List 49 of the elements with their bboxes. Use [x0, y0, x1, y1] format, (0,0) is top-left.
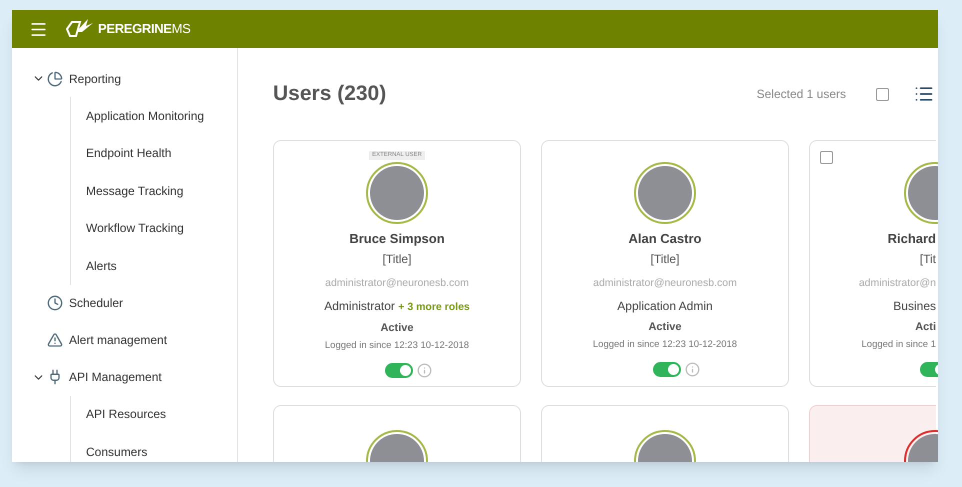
user-status: Active	[648, 320, 682, 336]
active-toggle[interactable]	[652, 362, 680, 377]
login-time: Logged in since 12:23 10-12-2018	[324, 338, 470, 352]
active-toggle[interactable]	[384, 362, 412, 378]
user-card[interactable]	[809, 405, 936, 462]
login-time: Logged in since 1	[862, 338, 936, 352]
select-all-checkbox[interactable]	[876, 88, 889, 100]
user-card[interactable]: Alan Castro [Title] administrator@neuronesb.com Application Admin Active Logged in since 12:23 10-12-2018	[541, 140, 789, 387]
info-icon[interactable]	[416, 362, 432, 378]
user-status: Acti	[915, 320, 936, 336]
sidebar-subitem[interactable]: Message Tracking	[86, 182, 184, 200]
user-card[interactable]	[541, 405, 789, 462]
sidebar-subitem[interactable]: Consumers	[86, 442, 148, 461]
user-card[interactable]: Richard [Tit administrator@n Busines Acti Logged in since 1	[809, 140, 936, 387]
sidebar-item[interactable]: Alert management	[69, 331, 168, 349]
user-email: administrator@n	[858, 276, 936, 290]
selection-count: Selected 1 users	[756, 86, 846, 103]
sidebar-subitem[interactable]: Alerts	[86, 256, 117, 275]
sidebar-item[interactable]: Scheduler	[69, 294, 124, 312]
user-name: Bruce Simpson	[349, 230, 445, 248]
page-title: Users (230)	[273, 81, 386, 108]
user-role: Application Admin	[617, 298, 713, 316]
sidebar-subitem[interactable]: Endpoint Health	[86, 144, 172, 162]
sidebar-subitem[interactable]: Application Monitoring	[86, 106, 204, 125]
user-title: [Tit	[920, 250, 936, 268]
warning-icon	[47, 332, 63, 348]
user-status: Active	[380, 321, 414, 336]
app-logo-text: PEREGRINEMS	[98, 20, 191, 38]
user-card[interactable]	[273, 405, 521, 462]
user-name: Richard	[888, 230, 936, 248]
info-icon[interactable]	[684, 362, 700, 377]
feather-logo-icon	[66, 18, 94, 40]
avatar-photo	[634, 162, 696, 224]
user-email: administrator@neuronesb.com	[593, 276, 737, 290]
pie-chart-icon	[47, 70, 63, 86]
user-name: Alan Castro	[628, 230, 702, 248]
sidebar-subitem[interactable]: API Resources	[86, 405, 166, 424]
sidebar-item[interactable]: API Management	[69, 368, 162, 386]
clock-icon	[47, 295, 63, 311]
login-time: Logged in since 12:23 10-12-2018	[592, 338, 738, 352]
sidebar-subitem[interactable]: Workflow Tracking	[86, 219, 184, 238]
select-checkbox[interactable]	[820, 151, 833, 164]
user-role: Busines	[893, 298, 936, 316]
user-title: [Title]	[382, 250, 412, 268]
avatar-photo	[366, 162, 428, 224]
sidebar-item[interactable]: Reporting	[69, 70, 122, 88]
user-email: administrator@neuronesb.com	[325, 276, 469, 290]
user-role: Administrator + 3 more roles	[324, 298, 470, 316]
user-title: [Title]	[650, 250, 680, 268]
